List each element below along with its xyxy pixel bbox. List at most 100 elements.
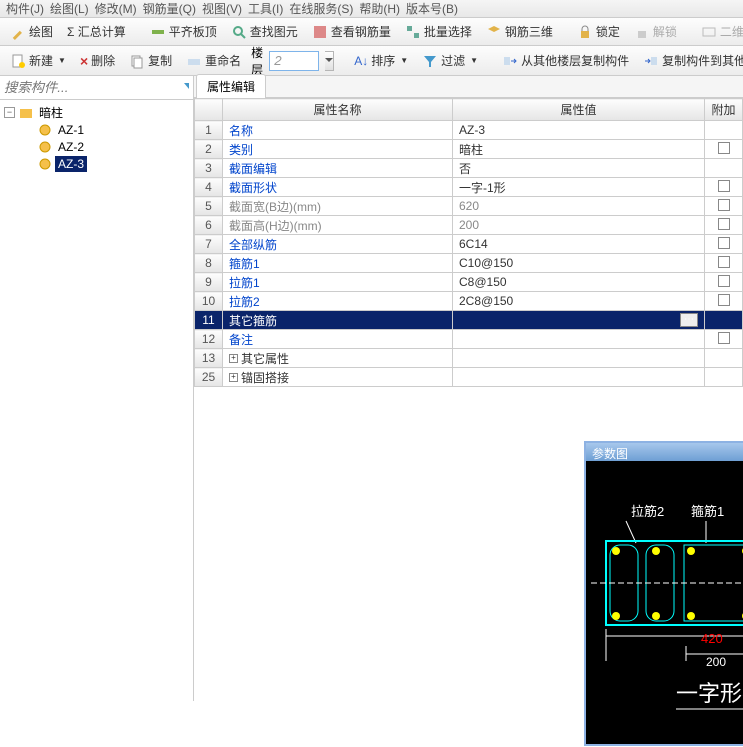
property-value[interactable]: 620 (453, 197, 705, 216)
property-row[interactable]: 9拉筋1C8@150 (195, 273, 743, 292)
cube-icon (486, 24, 502, 40)
menu-item[interactable]: 版本号(B) (404, 0, 460, 17)
copy-from-floor-button[interactable]: 从其他楼层复制构件 (498, 50, 633, 71)
extra-checkbox[interactable] (718, 218, 730, 230)
property-row[interactable]: 6截面高(H边)(mm)200 (195, 216, 743, 235)
menu-item[interactable]: 在线服务(S) (287, 0, 355, 17)
property-value[interactable]: 2C8@150 (453, 292, 705, 311)
draw-button[interactable]: 绘图 (6, 21, 57, 42)
extra-checkbox[interactable] (718, 142, 730, 154)
tree-item-label: AZ-2 (55, 139, 87, 155)
menu-item[interactable]: 帮助(H) (357, 0, 402, 17)
search-input[interactable] (4, 80, 183, 95)
name-header[interactable]: 属性名称 (223, 99, 453, 121)
tree-root[interactable]: − 暗柱 (0, 104, 193, 121)
expand-icon[interactable]: + (229, 373, 238, 382)
floor-input[interactable] (269, 51, 319, 71)
collapse-icon[interactable]: − (4, 107, 15, 118)
property-row[interactable]: 10拉筋22C8@150 (195, 292, 743, 311)
property-row[interactable]: 11其它箍筋⋯ (195, 311, 743, 330)
menu-item[interactable]: 构件(J) (4, 0, 46, 17)
property-value[interactable]: C8@150 (453, 273, 705, 292)
property-name: 截面形状 (223, 178, 453, 197)
copy-to-floor-button[interactable]: 复制构件到其他楼层 (639, 50, 743, 71)
parameter-preview: 参数图 拉筋2 箍筋1 拉筋1 (584, 441, 743, 746)
sort-button[interactable]: A↓排序▼ (350, 50, 412, 71)
component-icon (38, 140, 52, 154)
extra-cell (705, 140, 743, 159)
property-value[interactable]: C10@150 (453, 254, 705, 273)
extra-checkbox[interactable] (718, 199, 730, 211)
rebar-3d-button[interactable]: 钢筋三维 (482, 21, 557, 42)
flat-button[interactable]: 平齐板顶 (146, 21, 221, 42)
ellipsis-button[interactable]: ⋯ (680, 313, 698, 327)
view-rebar-button[interactable]: 查看钢筋量 (308, 21, 395, 42)
rebar-icon (312, 24, 328, 40)
property-value[interactable]: 6C14 (453, 235, 705, 254)
floor-dropdown[interactable] (325, 51, 334, 71)
batch-select-button[interactable]: 批量选择 (401, 21, 476, 42)
row-number: 12 (195, 330, 223, 349)
new-button[interactable]: 新建▼ (6, 50, 70, 71)
tree-item[interactable]: AZ-3 (0, 155, 193, 172)
unlock-button[interactable]: 解锁 (630, 21, 681, 42)
folder-icon (19, 106, 33, 120)
svg-text:一字形-1: 一字形-1 (676, 681, 743, 706)
sum-button[interactable]: Σ 汇总计算 (63, 21, 130, 42)
lock-button[interactable]: 锁定 (573, 21, 624, 42)
menu-item[interactable]: 钢筋量(Q) (141, 0, 198, 17)
tree-item[interactable]: AZ-1 (0, 121, 193, 138)
property-row[interactable]: 1名称AZ-3 (195, 121, 743, 140)
extra-checkbox[interactable] (718, 294, 730, 306)
tab-property-edit[interactable]: 属性编辑 (196, 74, 266, 98)
extra-checkbox[interactable] (718, 256, 730, 268)
filter-button[interactable]: 过滤▼ (418, 50, 482, 71)
menu-item[interactable]: 视图(V) (200, 0, 244, 17)
property-row[interactable]: 3截面编辑否 (195, 159, 743, 178)
extra-header[interactable]: 附加 (705, 99, 743, 121)
property-value[interactable]: ⋯ (453, 311, 705, 330)
property-value[interactable] (453, 368, 705, 387)
extra-checkbox[interactable] (718, 275, 730, 287)
extra-cell (705, 121, 743, 140)
rename-button[interactable]: 重命名 (182, 50, 245, 71)
property-row[interactable]: 13+其它属性 (195, 349, 743, 368)
property-row[interactable]: 8箍筋1C10@150 (195, 254, 743, 273)
twod-button[interactable]: 二维▼ (697, 21, 743, 42)
row-number: 10 (195, 292, 223, 311)
filter-icon[interactable] (183, 81, 189, 95)
svg-text:箍筋1: 箍筋1 (691, 504, 724, 519)
property-value[interactable]: 一字-1形 (453, 178, 705, 197)
property-name: 截面编辑 (223, 159, 453, 178)
twod-icon (701, 24, 717, 40)
extra-cell (705, 273, 743, 292)
extra-checkbox[interactable] (718, 180, 730, 192)
extra-checkbox[interactable] (718, 237, 730, 249)
value-header[interactable]: 属性值 (453, 99, 705, 121)
property-row[interactable]: 12备注 (195, 330, 743, 349)
tree-item[interactable]: AZ-2 (0, 138, 193, 155)
property-value[interactable]: 暗柱 (453, 140, 705, 159)
property-value[interactable]: 否 (453, 159, 705, 178)
menu-item[interactable]: 修改(M) (93, 0, 139, 17)
menu-item[interactable]: 绘图(L) (48, 0, 91, 17)
menu-item[interactable]: 工具(I) (246, 0, 285, 17)
property-row[interactable]: 4截面形状一字-1形 (195, 178, 743, 197)
extra-checkbox[interactable] (718, 332, 730, 344)
property-value[interactable]: 200 (453, 216, 705, 235)
property-value[interactable]: AZ-3 (453, 121, 705, 140)
property-value[interactable] (453, 330, 705, 349)
copy-icon (129, 53, 145, 69)
property-row[interactable]: 2类别暗柱 (195, 140, 743, 159)
property-value[interactable] (453, 349, 705, 368)
sort-icon: A↓ (354, 54, 368, 68)
delete-button[interactable]: ×删除 (76, 50, 119, 71)
property-row[interactable]: 5截面宽(B边)(mm)620 (195, 197, 743, 216)
property-row[interactable]: 7全部纵筋6C14 (195, 235, 743, 254)
property-row[interactable]: 25+锚固搭接 (195, 368, 743, 387)
copy-button[interactable]: 复制 (125, 50, 176, 71)
find-elem-button[interactable]: 查找图元 (227, 21, 302, 42)
row-number: 3 (195, 159, 223, 178)
row-number: 13 (195, 349, 223, 368)
expand-icon[interactable]: + (229, 354, 238, 363)
